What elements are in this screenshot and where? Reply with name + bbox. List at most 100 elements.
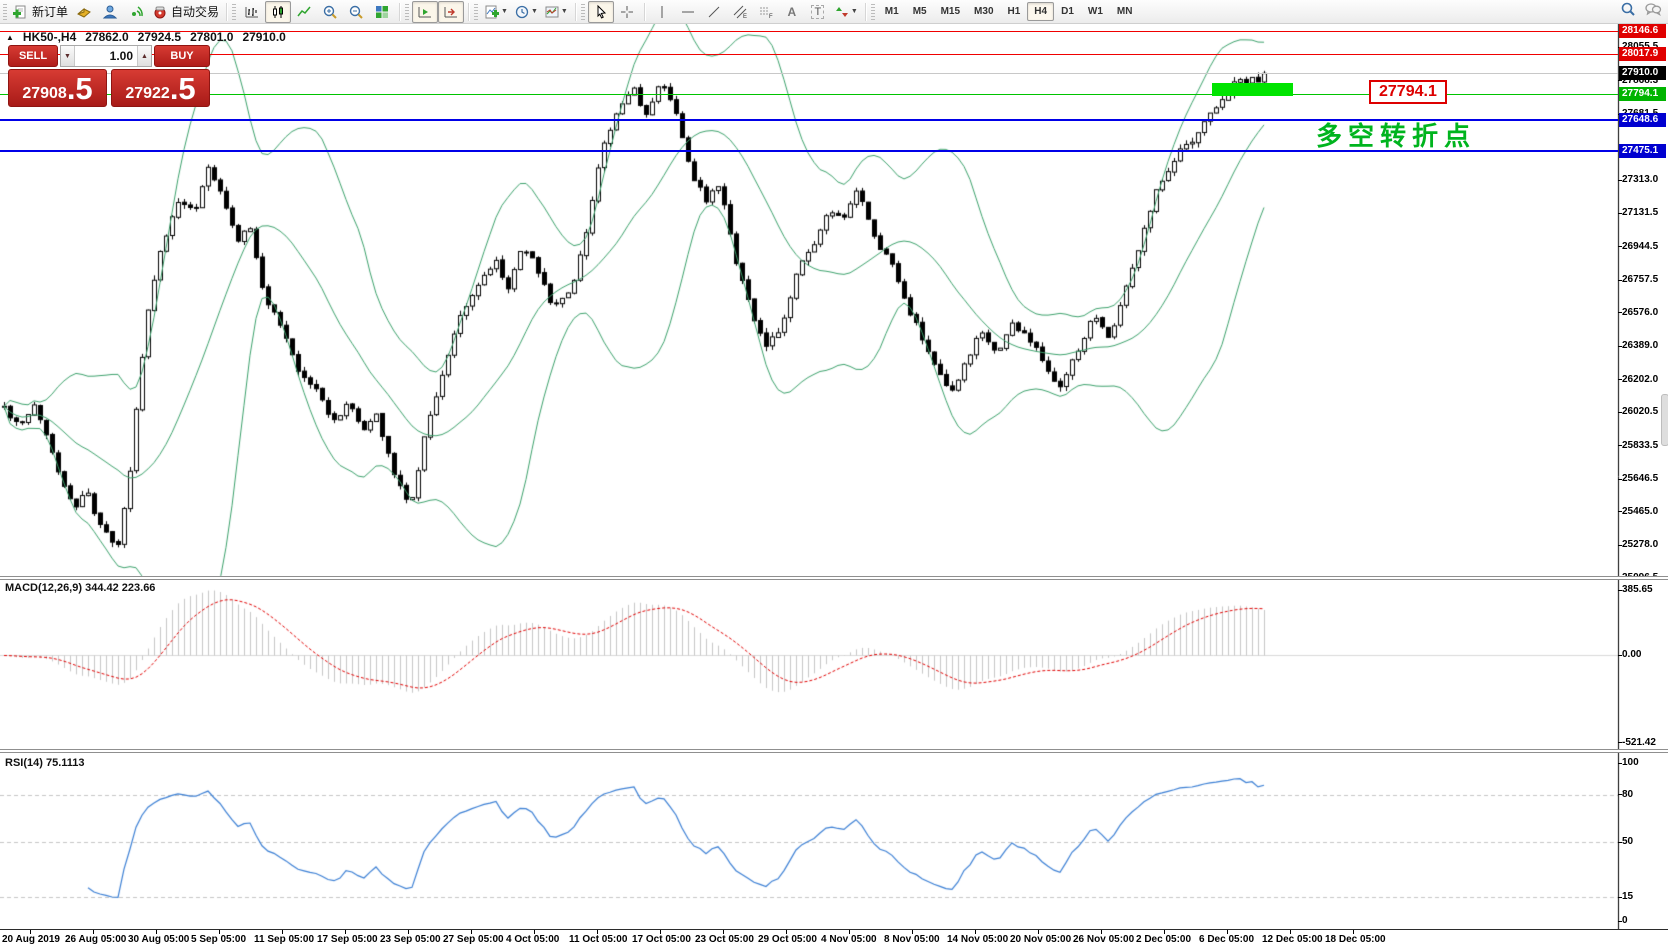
horizontal-level-line[interactable] (0, 73, 1618, 74)
new-order-label: 新订单 (32, 3, 68, 20)
toolbar-grip (474, 4, 478, 20)
bar-chart-button[interactable] (239, 1, 265, 23)
time-axis-tickmark (408, 930, 409, 934)
buy-button[interactable]: BUY (154, 45, 210, 67)
publisher-button[interactable] (97, 1, 123, 23)
cursor-arrow-icon (593, 4, 609, 20)
timeframe-toolbar: M1M5M15M30H1H4D1W1MN (878, 2, 1140, 21)
arrows-tool-button[interactable]: ▼ (831, 1, 861, 23)
volume-increase-button[interactable]: ▲ (137, 46, 151, 66)
volume-decrease-button[interactable]: ▼ (61, 46, 75, 66)
time-axis-tickmark (975, 930, 976, 934)
time-axis-tickmark (282, 930, 283, 934)
time-axis-label: 17 Oct 05:00 (632, 934, 691, 945)
horizontal-level-line[interactable] (0, 54, 1618, 55)
indicators-button[interactable]: ▼ (481, 1, 511, 23)
add-indicator-icon (484, 4, 500, 20)
triangle-up-icon: ▲ (141, 53, 148, 60)
volume-input[interactable] (75, 46, 137, 66)
dropdown-caret-icon: ▼ (531, 8, 538, 15)
line-chart-button[interactable] (291, 1, 317, 23)
toolbar-separator (468, 3, 469, 21)
auto-trading-button[interactable]: 自动交易 (149, 1, 222, 23)
new-order-icon (13, 4, 29, 20)
sell-price-main: 27908 (22, 84, 67, 103)
price-callout-label[interactable]: 27794.1 (1369, 80, 1447, 104)
toolbar-separator (575, 3, 576, 21)
buy-price-button[interactable]: 27922 .5 (111, 69, 210, 107)
one-click-trading-panel: SELL ▼ ▲ BUY 27908 .5 27922 .5 (8, 45, 210, 107)
timeframe-W1-button[interactable]: W1 (1081, 2, 1110, 21)
chart-template-icon (544, 4, 560, 20)
timeframe-H4-button[interactable]: H4 (1027, 2, 1054, 21)
timeframe-M15-button[interactable]: M15 (934, 2, 967, 21)
macd-axis-tick-label: -521.42 (1622, 737, 1656, 748)
sell-button[interactable]: SELL (8, 45, 58, 67)
timeframe-M30-button[interactable]: M30 (967, 2, 1000, 21)
time-axis-tickmark (849, 930, 850, 934)
time-axis-label: 27 Sep 05:00 (443, 934, 504, 945)
time-axis-label: 4 Oct 05:00 (506, 934, 559, 945)
timeframe-MN-button[interactable]: MN (1110, 2, 1140, 21)
trendline-tool-button[interactable] (701, 1, 727, 23)
sell-price-button[interactable]: 27908 .5 (8, 69, 107, 107)
timeframe-M5-button[interactable]: M5 (906, 2, 934, 21)
horizontal-line-tool-button[interactable] (675, 1, 701, 23)
fibonacci-tool-button[interactable]: F (753, 1, 779, 23)
dropdown-caret-icon: ▼ (851, 8, 858, 15)
label-tool-icon: T (811, 5, 824, 19)
time-axis-label: 26 Aug 05:00 (65, 934, 126, 945)
price-axis-tick-label: 26020.5 (1622, 406, 1658, 417)
price-axis-tag: 27475.1 (1619, 144, 1666, 158)
vertical-scrollbar-thumb[interactable] (1661, 394, 1668, 446)
time-axis-tickmark (345, 930, 346, 934)
ohlc-open: 27862.0 (85, 30, 128, 44)
toolbar-right-icons (1620, 1, 1662, 17)
collapse-panel-icon[interactable]: ▲ (6, 33, 14, 42)
candlestick-chart-button[interactable] (265, 1, 291, 23)
rsi-axis-tick-label: 50 (1622, 836, 1633, 847)
time-axis[interactable]: 20 Aug 201926 Aug 05:0030 Aug 05:005 Sep… (0, 929, 1668, 950)
toolbar-grip (581, 4, 585, 20)
price-axis-tag: 27794.1 (1619, 87, 1666, 101)
label-tool-button[interactable]: T (805, 1, 831, 23)
channel-tool-button[interactable]: E (727, 1, 753, 23)
periods-button[interactable]: ▼ (511, 1, 541, 23)
auto-scroll-button[interactable] (412, 1, 438, 23)
rsi-indicator-label: RSI(14) 75.1113 (5, 757, 85, 769)
green-highlight-rectangle[interactable] (1212, 83, 1293, 96)
dropdown-caret-icon: ▼ (501, 8, 508, 15)
chart-shift-button[interactable] (438, 1, 464, 23)
chat-icon[interactable] (1644, 1, 1662, 17)
arrow-objects-icon (834, 4, 850, 20)
new-order-button[interactable]: 新订单 (10, 1, 71, 23)
text-tool-button[interactable]: A (779, 1, 805, 23)
signals-button[interactable] (123, 1, 149, 23)
time-axis-tickmark (723, 930, 724, 934)
chinese-annotation-text[interactable]: 多空转折点 (1316, 116, 1476, 153)
cursor-tool-button[interactable] (588, 1, 614, 23)
styler-button[interactable] (71, 1, 97, 23)
tile-windows-button[interactable] (369, 1, 395, 23)
zoom-out-button[interactable] (343, 1, 369, 23)
time-axis-label: 2 Dec 05:00 (1136, 934, 1191, 945)
vertical-line-tool-button[interactable] (649, 1, 675, 23)
time-axis-tickmark (534, 930, 535, 934)
search-icon[interactable] (1620, 1, 1636, 17)
gold-bar-icon (76, 4, 92, 20)
rsi-axis-tick-label: 80 (1622, 789, 1633, 800)
macd-pane-separator[interactable] (0, 576, 1668, 580)
toolbar-grip (3, 4, 7, 20)
time-axis-tickmark (1101, 930, 1102, 934)
rsi-pane-separator[interactable] (0, 749, 1668, 753)
templates-button[interactable]: ▼ (541, 1, 571, 23)
price-chart-canvas[interactable] (0, 24, 1668, 950)
timeframe-M1-button[interactable]: M1 (878, 2, 906, 21)
crosshair-tool-button[interactable] (614, 1, 640, 23)
timeframe-D1-button[interactable]: D1 (1054, 2, 1081, 21)
zoom-out-icon (348, 4, 364, 20)
zoom-in-button[interactable] (317, 1, 343, 23)
svg-text:E: E (743, 14, 747, 20)
timeframe-H1-button[interactable]: H1 (1001, 2, 1028, 21)
time-axis-tickmark (30, 930, 31, 934)
